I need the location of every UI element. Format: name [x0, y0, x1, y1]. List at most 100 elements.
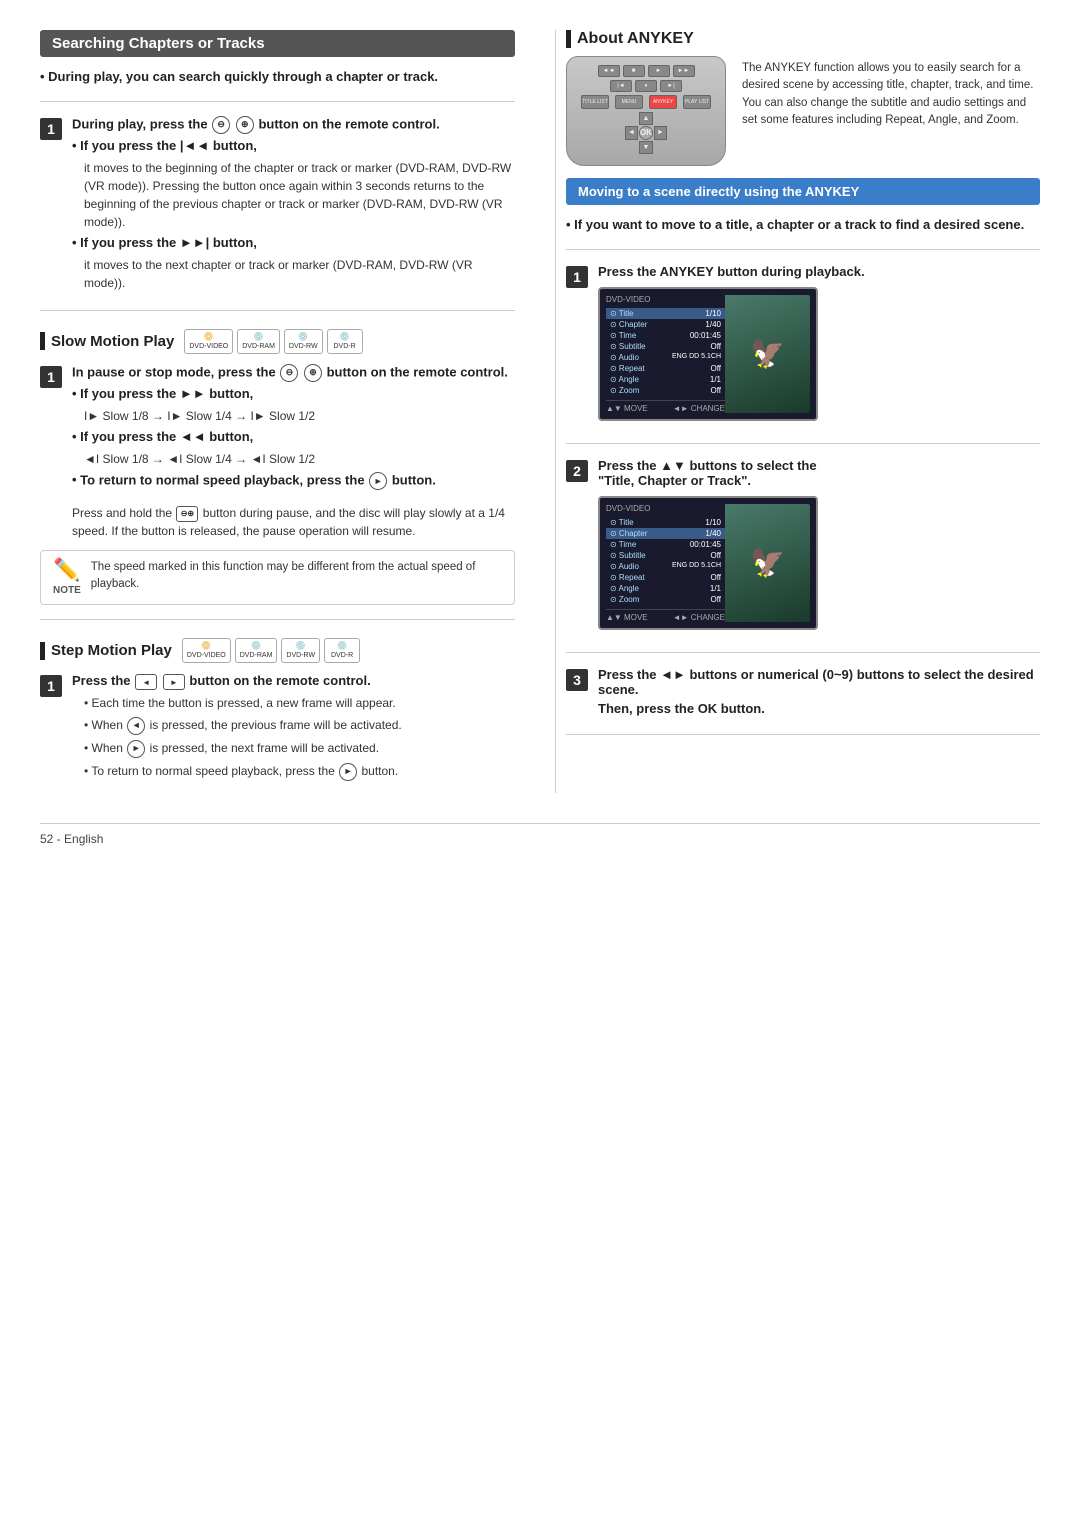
moving-intro: • If you want to move to a title, a chap… [566, 215, 1040, 235]
moving-scene-header: Moving to a scene directly using the ANY… [566, 178, 1040, 205]
disc-icons-step: 📀DVD-VIDEO 💿DVD-RAM 💿DVD-RW 💿DVD-R [182, 638, 360, 663]
bird-image-1: 🦅 [750, 337, 785, 370]
screen1-footer: ▲▼ MOVE ◄► CHANGE [606, 400, 725, 413]
step-bullet4: • To return to normal speed playback, pr… [84, 762, 515, 781]
screen1-row-subtitle: ⊙ SubtitleOff [606, 341, 725, 352]
disc-dvd-rw: 💿DVD-RW [284, 329, 323, 354]
section-searching-title: Searching Chapters or Tracks [52, 35, 265, 52]
anykey-step-num-1: 1 [566, 266, 588, 288]
remote-btn-menu: MENU [615, 95, 643, 109]
page-number: 52 - English [40, 832, 103, 846]
divider-right4 [566, 734, 1040, 735]
anykey-remote-graphic: ◄◄ ■ ► ►► |◄ ⏸ ►| TITLE LIST MENU ANYKEY [566, 56, 726, 166]
screen1-with-bird: DVD-VIDEO ⊙ Title1/10 ⊙ Chapter1/40 ⊙ Ti… [606, 295, 810, 413]
anykey-step1-text: Press the ANYKEY button during playback. [598, 264, 1040, 279]
note-text: The speed marked in this function may be… [91, 559, 502, 594]
searching-step1: 1 During play, press the ⊖ ⊕ button on t… [40, 116, 515, 296]
divider-right1 [566, 249, 1040, 250]
disc-dvd-ram: 💿DVD-RAM [237, 329, 280, 354]
anykey-step2: 2 Press the ▲▼ buttons to select the "Ti… [566, 458, 1040, 638]
remote-btn-title: TITLE LIST [581, 95, 609, 109]
anykey-step2-content: Press the ▲▼ buttons to select the "Titl… [598, 458, 1040, 638]
slow-sym1: ⊖ [280, 364, 298, 382]
anykey-screen2: DVD-VIDEO ⊙ Title1/10 ⊙ Chapter1/40 ⊙ Ti… [598, 496, 818, 630]
play-sym: ► [369, 472, 387, 490]
remote-btn-skipfwd: ►| [660, 80, 682, 92]
disc2-dvd-r: 💿DVD-R [324, 638, 360, 663]
step-bullet2: • When ◄ is pressed, the previous frame … [84, 716, 515, 735]
slow-sym2: ⊕ [304, 364, 322, 382]
slow-step-num-1: 1 [40, 366, 62, 388]
screen1-row-chapter: ⊙ Chapter1/40 [606, 319, 725, 330]
right-column: About ANYKEY ◄◄ ■ ► ►► |◄ ⏸ ►| [555, 30, 1040, 793]
disc2-dvd-ram: 💿DVD-RAM [235, 638, 278, 663]
screen1-data: DVD-VIDEO ⊙ Title1/10 ⊙ Chapter1/40 ⊙ Ti… [606, 295, 725, 413]
screen2-row-angle: ⊙ Angle1/1 [606, 583, 725, 594]
left-column: Searching Chapters or Tracks • During pl… [40, 30, 525, 793]
step-motion-num-1: 1 [40, 675, 62, 697]
step-sym2: ► [163, 674, 185, 690]
remote-btn-playlist: PLAY LIST [683, 95, 711, 109]
slow-ff-desc: I► Slow 1/8 → I► Slow 1/4 → I► Slow 1/2 [84, 407, 515, 425]
divider1 [40, 101, 515, 102]
step-motion-step1: 1 Press the ◄ ► button on the remote con… [40, 673, 515, 784]
anykey-screen1: DVD-VIDEO ⊙ Title1/10 ⊙ Chapter1/40 ⊙ Ti… [598, 287, 818, 421]
bullet-prev-button: If you press the |◄◄ button, [72, 138, 515, 153]
anykey-step3: 3 Press the ◄► buttons or numerical (0~9… [566, 667, 1040, 720]
remote-btn-stop: ■ [623, 65, 645, 77]
divider2 [40, 310, 515, 311]
screen1-bird: 🦅 [725, 295, 810, 413]
slow-step1-content: In pause or stop mode, press the ⊖ ⊕ but… [72, 364, 515, 496]
slow-motion-section: Slow Motion Play 📀DVD-VIDEO 💿DVD-RAM 💿DV… [40, 329, 515, 354]
normal-play-sym: ► [339, 763, 357, 781]
divider-right3 [566, 652, 1040, 653]
anykey-title-row: About ANYKEY [566, 30, 726, 48]
remote-btn-play: ► [648, 65, 670, 77]
remote-btn-next: ►► [673, 65, 695, 77]
bullet-prev-desc: it moves to the beginning of the chapter… [84, 159, 515, 231]
anykey-step-num-2: 2 [566, 460, 588, 482]
divider3 [40, 619, 515, 620]
disc-dvd-video: 📀DVD-VIDEO [184, 329, 233, 354]
anykey-step2-text: Press the ▲▼ buttons to select the "Titl… [598, 458, 1040, 488]
anykey-step1: 1 Press the ANYKEY button during playbac… [566, 264, 1040, 429]
anykey-step3-text2: Then, press the OK button. [598, 701, 1040, 716]
remote-menu-row: TITLE LIST MENU ANYKEY PLAY LIST [581, 95, 711, 109]
back-frame-sym: ◄ [127, 717, 145, 735]
remote-left: ◄ [625, 126, 638, 139]
searching-step1-content: During play, press the ⊖ ⊕ button on the… [72, 116, 515, 296]
screen2-row-subtitle: ⊙ SubtitleOff [606, 550, 725, 561]
disc2-dvd-video: 📀DVD-VIDEO [182, 638, 231, 663]
remote-dpad: ▲ ◄ OK ► ▼ [625, 112, 667, 154]
screen2-row-chapter: ⊙ Chapter1/40 [606, 528, 725, 539]
screen2-row-audio: ⊙ AudioENG DD 5.1CH [606, 561, 725, 572]
slow-motion-title: Slow Motion Play [51, 333, 174, 350]
screen1-header: DVD-VIDEO [606, 295, 725, 304]
anykey-description: The ANYKEY function allows you to easily… [742, 60, 1040, 129]
slow-ff-bullet: If you press the ►► button, [72, 386, 515, 401]
moving-scene-title: Moving to a scene directly using the ANY… [578, 184, 859, 199]
screen2-footer: ▲▼ MOVE ◄► CHANGE [606, 609, 725, 622]
step-bullet3: • When ► is pressed, the next frame will… [84, 739, 515, 758]
slow-step1: 1 In pause or stop mode, press the ⊖ ⊕ b… [40, 364, 515, 496]
remote-btn-skipback: |◄ [610, 80, 632, 92]
screen2-row-title: ⊙ Title1/10 [606, 517, 725, 528]
slow-normal-bullet: To return to normal speed playback, pres… [72, 472, 515, 490]
note-pencil-icon: ✏️ [53, 557, 80, 583]
screen2-data: DVD-VIDEO ⊙ Title1/10 ⊙ Chapter1/40 ⊙ Ti… [606, 504, 725, 622]
remote-down: ▼ [639, 141, 653, 154]
remote-up: ▲ [639, 112, 653, 125]
anykey-title: About ANYKEY [577, 30, 694, 48]
slow-rew-bullet: If you press the ◄◄ button, [72, 429, 515, 444]
next-chapter-sym: ⊕ [236, 116, 254, 134]
remote-btn-pause: ⏸ [635, 80, 657, 92]
anykey-step-num-3: 3 [566, 669, 588, 691]
slow-rew-desc: ◄I Slow 1/8 → ◄I Slow 1/4 → ◄I Slow 1/2 [84, 450, 515, 468]
screen2-row-time: ⊙ Time00:01:45 [606, 539, 725, 550]
step-motion-title: Step Motion Play [51, 642, 172, 659]
slow-hold-note: Press and hold the ⊖⊕ button during paus… [72, 504, 515, 540]
step-num-1: 1 [40, 118, 62, 140]
step-bullet1: • Each time the button is pressed, a new… [84, 694, 515, 712]
remote-right: ► [654, 126, 667, 139]
bird-image-2: 🦅 [750, 546, 785, 579]
